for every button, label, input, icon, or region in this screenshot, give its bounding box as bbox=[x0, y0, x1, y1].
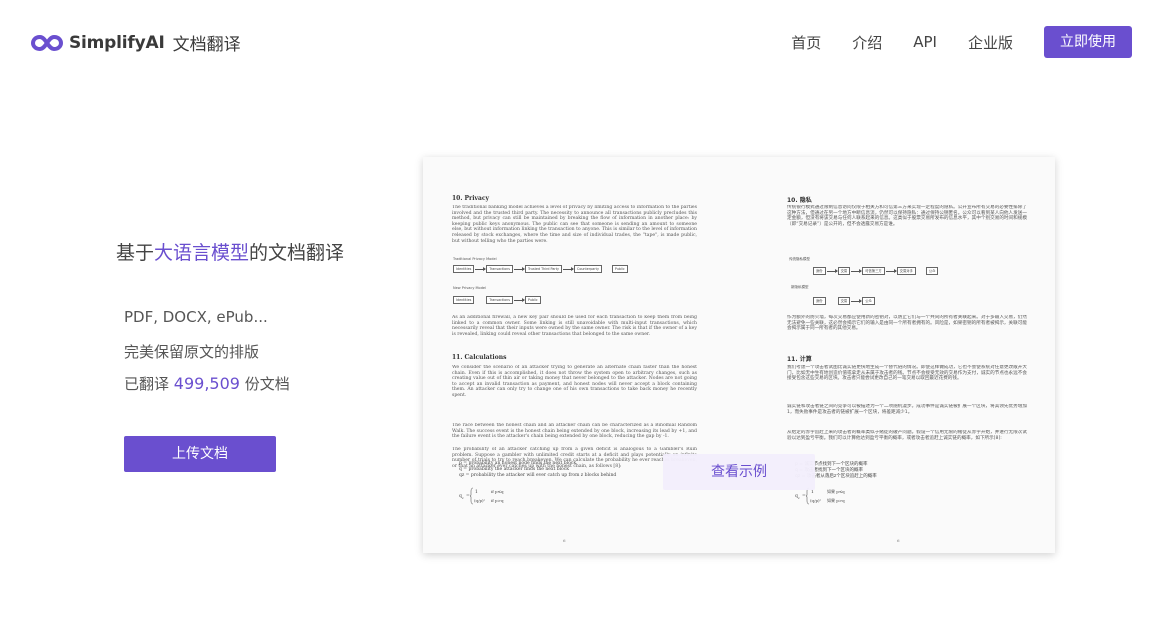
nav-api[interactable]: API bbox=[913, 33, 937, 51]
piecewise-formula: q z = 1 if p≤q (q/p)ᶻ if p>q bbox=[459, 487, 504, 505]
flow-box: 交易 bbox=[837, 267, 851, 275]
brand-logo[interactable]: SimplifyAI 文档翻译 bbox=[31, 30, 241, 55]
svg-text:1: 1 bbox=[475, 489, 478, 495]
arrow-icon bbox=[513, 298, 525, 302]
flow-box: 交易对手 bbox=[896, 267, 916, 275]
arrow-icon bbox=[475, 267, 487, 271]
translated-page: 10. 隐私 传统银行模式通过限制信息访问仅限于相关方和可信第三方来实现一定程度… bbox=[739, 157, 1055, 553]
paragraph-firewall: As an additional firewall, a new key pai… bbox=[452, 315, 697, 337]
formula-q: q = probability the attacker finds the n… bbox=[459, 467, 570, 472]
model1-label-zh: 传统隐私模型 bbox=[789, 257, 810, 261]
brand-subtitle: 文档翻译 bbox=[172, 35, 241, 55]
svg-text:z: z bbox=[798, 496, 800, 500]
svg-text:if p>q: if p>q bbox=[491, 498, 504, 503]
model1-label: Traditional Privacy Model bbox=[453, 257, 497, 261]
arrow-icon bbox=[513, 267, 525, 271]
paragraph-privacy: The traditional banking model achieves a… bbox=[452, 205, 697, 244]
svg-text:(q/p)ᶻ: (q/p)ᶻ bbox=[474, 498, 486, 503]
feature-formats: PDF, DOCX, ePub... bbox=[124, 308, 268, 326]
flow-box: 公众 bbox=[925, 267, 939, 275]
flow-box: 交易 bbox=[837, 297, 851, 305]
model2-diagram: Identities Transactions Public bbox=[453, 296, 541, 304]
top-header: SimplifyAI 文档翻译 首页 介绍 API 企业版 立即使用 bbox=[0, 0, 1151, 84]
main-nav: 首页 介绍 API 企业版 立即使用 bbox=[791, 26, 1132, 58]
paragraph-calc-3-zh: 从给定的赤字追赶上来的攻击者的概率类似于赌徒的破产问题。假设一个信用无限的赌徒从… bbox=[787, 430, 1027, 441]
formula-qz: qz = probability the attacker will ever … bbox=[459, 473, 617, 478]
svg-text:(q/p)ᶻ: (q/p)ᶻ bbox=[810, 498, 822, 503]
model2-label: New Privacy Model bbox=[453, 286, 487, 290]
count-prefix: 已翻译 bbox=[124, 375, 174, 393]
page-number: 6 bbox=[563, 538, 566, 543]
svg-text:z: z bbox=[462, 496, 464, 500]
svg-text:=: = bbox=[802, 494, 806, 499]
model2-diagram-zh: 身份 交易 公众 bbox=[813, 297, 875, 305]
original-page: 10. Privacy The traditional banking mode… bbox=[423, 157, 739, 553]
paragraph-calc-2: The race between the honest chain and an… bbox=[452, 423, 697, 440]
translated-count: 已翻译 499,509 份文档 bbox=[124, 373, 290, 394]
flow-box: Identities bbox=[453, 265, 475, 273]
flow-box: Public bbox=[611, 265, 628, 273]
model2-label-zh: 新隐私模型 bbox=[791, 285, 809, 289]
flow-box: 公众 bbox=[862, 297, 875, 305]
flow-box: Transactions bbox=[486, 296, 513, 304]
hero-title-highlight: 大语言模型 bbox=[154, 242, 250, 264]
svg-text:=: = bbox=[466, 494, 470, 499]
arrow-icon bbox=[826, 269, 838, 273]
svg-text:if p≤q: if p≤q bbox=[491, 489, 504, 494]
hero-title: 基于大语言模型的文档翻译 bbox=[116, 238, 344, 265]
use-now-button[interactable]: 立即使用 bbox=[1044, 26, 1132, 58]
model1-diagram: Identities Transactions Trusted Third Pa… bbox=[453, 265, 628, 273]
section-heading-calculations: 11. Calculations bbox=[452, 354, 507, 361]
paragraph-privacy-zh: 传统银行模式通过限制信息访问仅限于相关方和可信第三方来实现一定程度的隐私。公开宣… bbox=[787, 205, 1027, 227]
nav-home[interactable]: 首页 bbox=[791, 32, 821, 53]
brand-name: SimplifyAI bbox=[69, 32, 165, 53]
arrow-icon bbox=[851, 299, 863, 303]
flow-box: 可信第三方 bbox=[862, 267, 885, 275]
paragraph-calc-1: We consider the scenario of an attacker … bbox=[452, 365, 697, 398]
count-value: 499,509 bbox=[173, 374, 240, 393]
flow-box: Transactions bbox=[486, 265, 513, 273]
page-number-zh: 6 bbox=[897, 538, 900, 543]
arrow-icon bbox=[885, 269, 897, 273]
arrow-icon bbox=[851, 269, 863, 273]
nav-enterprise[interactable]: 企业版 bbox=[968, 32, 1013, 53]
flow-box: 身份 bbox=[813, 267, 826, 275]
model1-diagram-zh: 身份 交易 可信第三方 交易对手 公众 bbox=[813, 267, 939, 275]
paragraph-firewall-zh: 作为额外的防火墙，每次交易都应使用新的密钥对，以防止它们与一个共同的所有者关联起… bbox=[787, 315, 1027, 332]
section-heading-calculations-zh: 11. 计算 bbox=[787, 356, 812, 363]
translation-preview: 10. Privacy The traditional banking mode… bbox=[423, 157, 1055, 553]
hero-title-post: 的文档翻译 bbox=[249, 242, 345, 264]
flow-box: Public bbox=[524, 296, 541, 304]
feature-layout: 完美保留原文的排版 bbox=[124, 343, 260, 361]
paragraph-calc-1-zh: 我们考虑一个攻击者试图比诚实链更快地生成一个替代链的情况。即使这样做成功，它也不… bbox=[787, 365, 1027, 382]
flow-box: Identities bbox=[453, 296, 475, 304]
flow-box: 身份 bbox=[813, 297, 826, 305]
hero-title-pre: 基于 bbox=[116, 242, 155, 264]
svg-text:如果 p>q: 如果 p>q bbox=[827, 497, 845, 503]
upload-document-button[interactable]: 上传文档 bbox=[124, 436, 276, 472]
view-example-button[interactable]: 查看示例 bbox=[663, 454, 815, 490]
infinity-logo-icon bbox=[31, 34, 63, 51]
section-heading-privacy-zh: 10. 隐私 bbox=[787, 197, 812, 204]
flow-box: Counterparty bbox=[574, 265, 602, 273]
nav-intro[interactable]: 介绍 bbox=[852, 32, 882, 53]
flow-box: Trusted Third Party bbox=[524, 265, 563, 273]
arrow-icon bbox=[563, 267, 575, 271]
paragraph-calc-2-zh: 诚实链和攻击者链之间的竞争可以被描述为一个二项随机漫步。成功事件是诚实链被扩展一… bbox=[787, 404, 1027, 415]
count-suffix: 份文档 bbox=[239, 375, 290, 393]
svg-text:如果 p≤q: 如果 p≤q bbox=[827, 488, 845, 494]
formula-p: p = probability an honest node finds the… bbox=[459, 461, 577, 466]
section-heading-privacy: 10. Privacy bbox=[452, 195, 489, 202]
